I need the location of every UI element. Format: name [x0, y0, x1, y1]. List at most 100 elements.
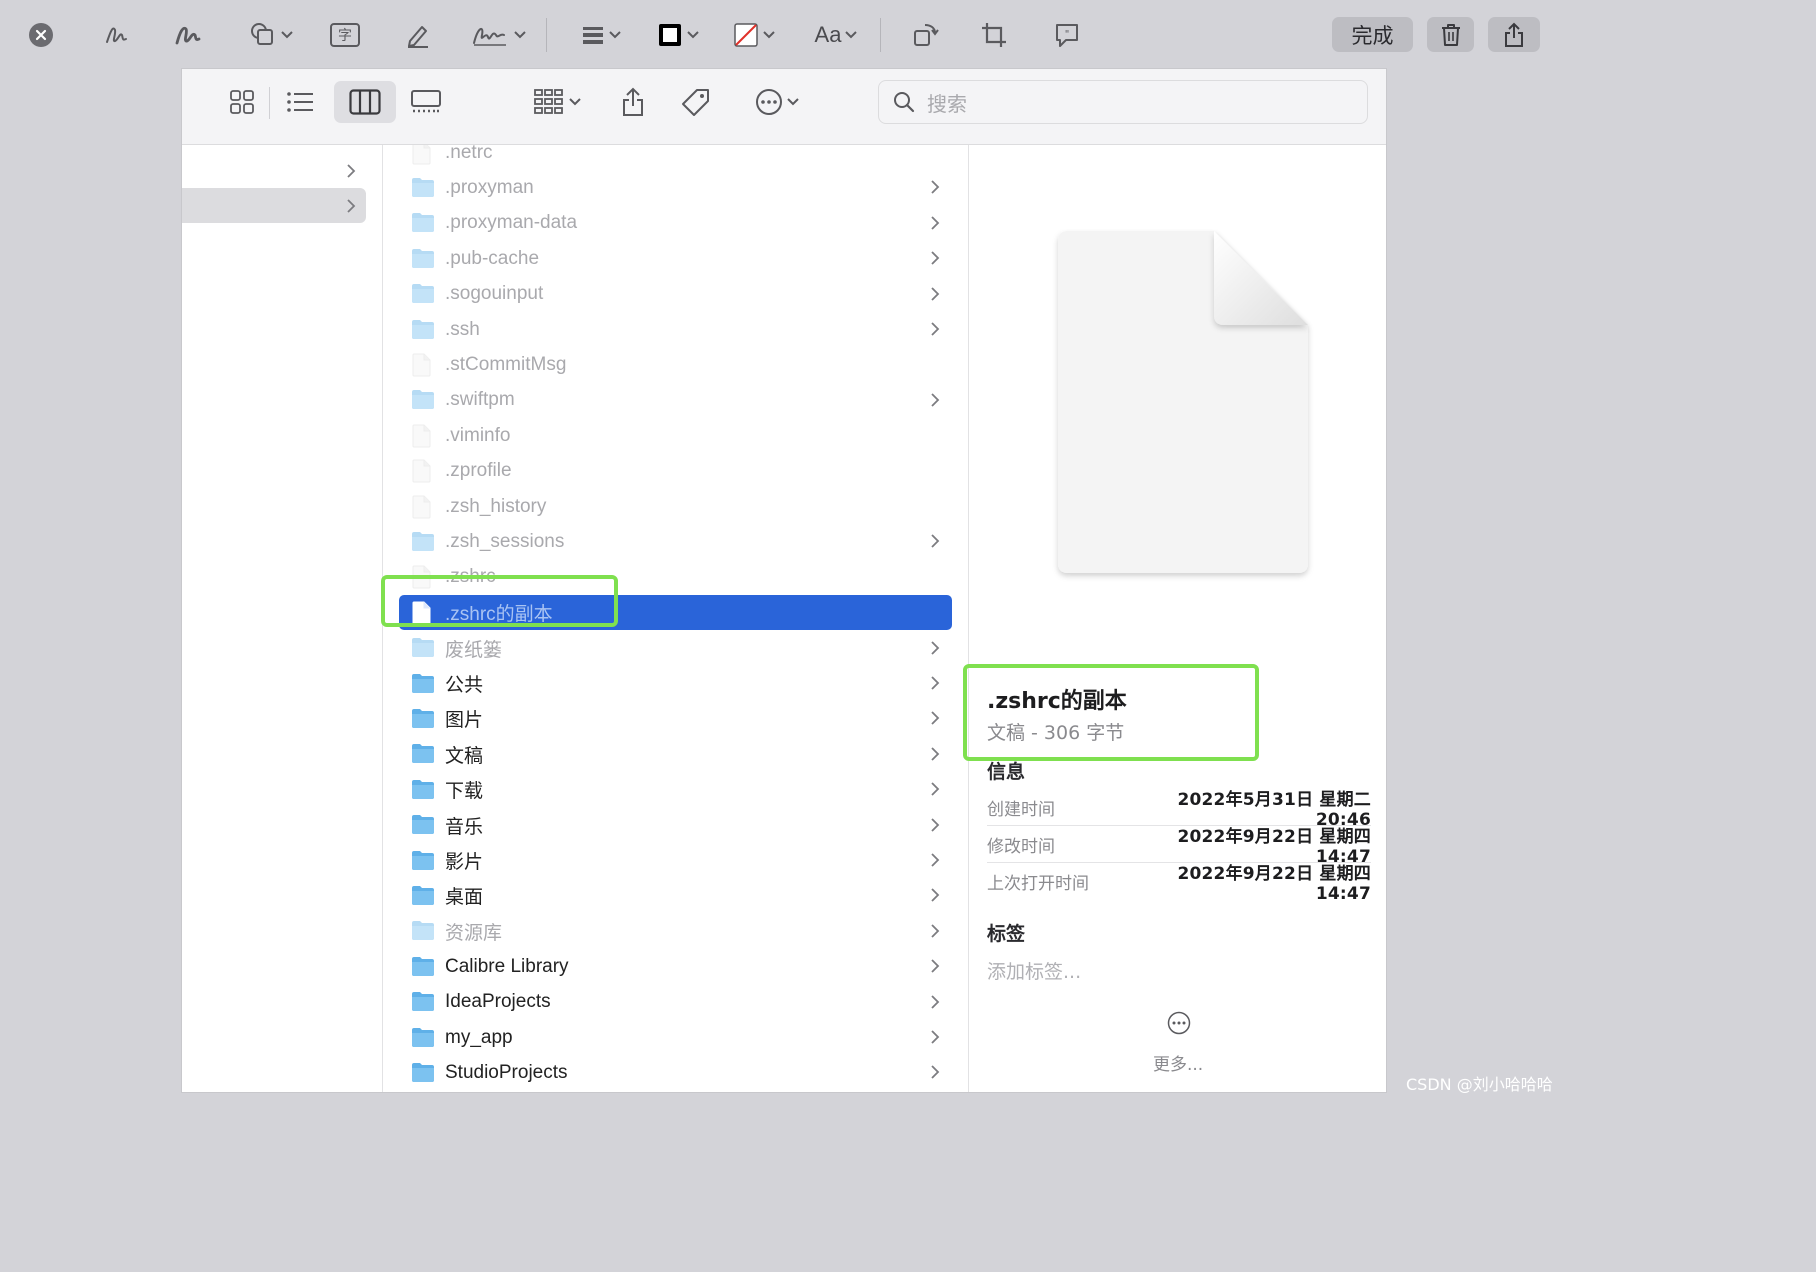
- share-icon: [1505, 22, 1523, 47]
- markup-toolbar: 字 Aa " 完成: [0, 0, 1568, 70]
- more-icon[interactable]: [1167, 1011, 1191, 1035]
- done-button[interactable]: 完成: [1332, 17, 1413, 52]
- finder-share-button[interactable]: [618, 81, 648, 123]
- file-name: .zsh_history: [445, 495, 547, 517]
- parent-item[interactable]: [182, 153, 366, 188]
- annotate-icon: ": [1056, 24, 1078, 47]
- folder-row[interactable]: .ssh: [399, 312, 952, 347]
- file-name: my_app: [445, 1026, 513, 1048]
- file-row[interactable]: .netrc: [399, 145, 952, 170]
- search-field[interactable]: 搜索: [878, 80, 1368, 124]
- file-row[interactable]: .viminfo: [399, 418, 952, 453]
- file-row[interactable]: .zprofile: [399, 454, 952, 489]
- file-name: 图片: [445, 710, 484, 732]
- folder-row[interactable]: .swiftpm: [399, 383, 952, 418]
- folder-icon: [411, 707, 435, 731]
- file-row[interactable]: .stCommitMsg: [399, 347, 952, 382]
- text-box-button[interactable]: 字: [328, 14, 362, 56]
- more-button[interactable]: 更多...: [1153, 1050, 1203, 1075]
- folder-row[interactable]: 资源库: [399, 914, 952, 949]
- rotate-icon: [914, 24, 939, 46]
- folder-icon: [411, 211, 435, 235]
- folder-row[interactable]: 影片: [399, 843, 952, 878]
- list-view-button[interactable]: [280, 81, 320, 123]
- folder-row[interactable]: .zsh_sessions: [399, 524, 952, 559]
- group-button[interactable]: [526, 81, 588, 123]
- file-name: 音乐: [445, 816, 484, 838]
- folder-icon: [411, 672, 435, 696]
- folder-row[interactable]: 下载: [399, 772, 952, 807]
- folder-row[interactable]: 废纸篓: [399, 631, 952, 666]
- file-name: 文稿: [445, 745, 484, 767]
- parent-column: [182, 145, 383, 1092]
- highlight-button[interactable]: [402, 14, 434, 56]
- draw-button[interactable]: [170, 14, 206, 56]
- trash-icon: [1441, 23, 1460, 46]
- chevron-down-icon: [787, 98, 799, 106]
- chevron-right-icon: [931, 852, 940, 871]
- folder-row[interactable]: 公共: [399, 666, 952, 701]
- action-button[interactable]: [748, 81, 806, 123]
- folder-row[interactable]: Calibre Library: [399, 949, 952, 984]
- folder-row[interactable]: 音乐: [399, 808, 952, 843]
- add-tags-field[interactable]: 添加标签...: [987, 957, 1081, 984]
- file-row[interactable]: .zsh_history: [399, 489, 952, 524]
- info-section-title: 信息: [987, 761, 1026, 783]
- close-button[interactable]: [26, 14, 56, 56]
- folder-row[interactable]: StudioProjects: [399, 1055, 952, 1090]
- share-icon: [623, 87, 643, 116]
- folder-row[interactable]: .proxyman-data: [399, 206, 952, 241]
- border-color-button[interactable]: [652, 14, 704, 56]
- group-icon: [534, 89, 563, 114]
- share-button[interactable]: [1488, 17, 1540, 52]
- folder-icon: [411, 813, 435, 837]
- file-name: 废纸篓: [445, 639, 503, 661]
- sketch-button[interactable]: [100, 14, 134, 56]
- folder-row[interactable]: IdeaProjects: [399, 985, 952, 1020]
- folder-row[interactable]: .pub-cache: [399, 241, 952, 276]
- folder-row[interactable]: 桌面: [399, 878, 952, 913]
- font-icon: Aa: [814, 22, 842, 47]
- folder-row[interactable]: 文稿: [399, 737, 952, 772]
- gallery-view-button[interactable]: [406, 81, 446, 123]
- chevron-down-icon: [281, 31, 293, 39]
- icon-view-button[interactable]: [222, 81, 262, 123]
- folder-icon: [411, 919, 435, 943]
- search-placeholder: 搜索: [927, 91, 967, 116]
- document-icon: [411, 424, 435, 448]
- chevron-right-icon: [931, 887, 940, 906]
- signature-button[interactable]: [468, 14, 528, 56]
- chevron-right-icon: [347, 163, 356, 178]
- document-preview-icon: [1058, 231, 1308, 573]
- divider: [880, 18, 881, 52]
- folder-icon: [411, 955, 435, 979]
- folder-icon: [411, 318, 435, 342]
- file-name: 公共: [445, 675, 484, 696]
- chevron-right-icon: [931, 215, 940, 234]
- folder-row[interactable]: my_app: [399, 1020, 952, 1055]
- info-label: 修改时间: [987, 836, 1055, 857]
- line-style-icon: [583, 27, 603, 44]
- annotate-button[interactable]: ": [1050, 14, 1084, 56]
- font-button[interactable]: Aa: [808, 14, 864, 56]
- divider: [546, 18, 547, 52]
- folder-row[interactable]: .proxyman: [399, 170, 952, 205]
- trash-button[interactable]: [1427, 17, 1474, 52]
- close-icon: [29, 23, 53, 47]
- line-style-button[interactable]: [576, 14, 626, 56]
- rotate-button[interactable]: [908, 14, 942, 56]
- crop-button[interactable]: [978, 14, 1010, 56]
- grid-icon: [230, 90, 254, 114]
- shapes-button[interactable]: [244, 14, 298, 56]
- parent-item-selected[interactable]: [182, 188, 366, 223]
- tags-section-title: 标签: [987, 923, 1026, 945]
- folder-row[interactable]: 图片: [399, 701, 952, 736]
- info-value: 2022年9月22日 星期四 14:47: [1177, 864, 1371, 904]
- tag-button[interactable]: [678, 81, 714, 123]
- column-view-button[interactable]: [334, 81, 396, 123]
- info-label: 上次打开时间: [987, 874, 1089, 894]
- folder-row[interactable]: .sogouinput: [399, 277, 952, 312]
- highlight-box-selected-file: [381, 575, 618, 627]
- folder-icon: [411, 176, 435, 200]
- fill-color-button[interactable]: [728, 14, 780, 56]
